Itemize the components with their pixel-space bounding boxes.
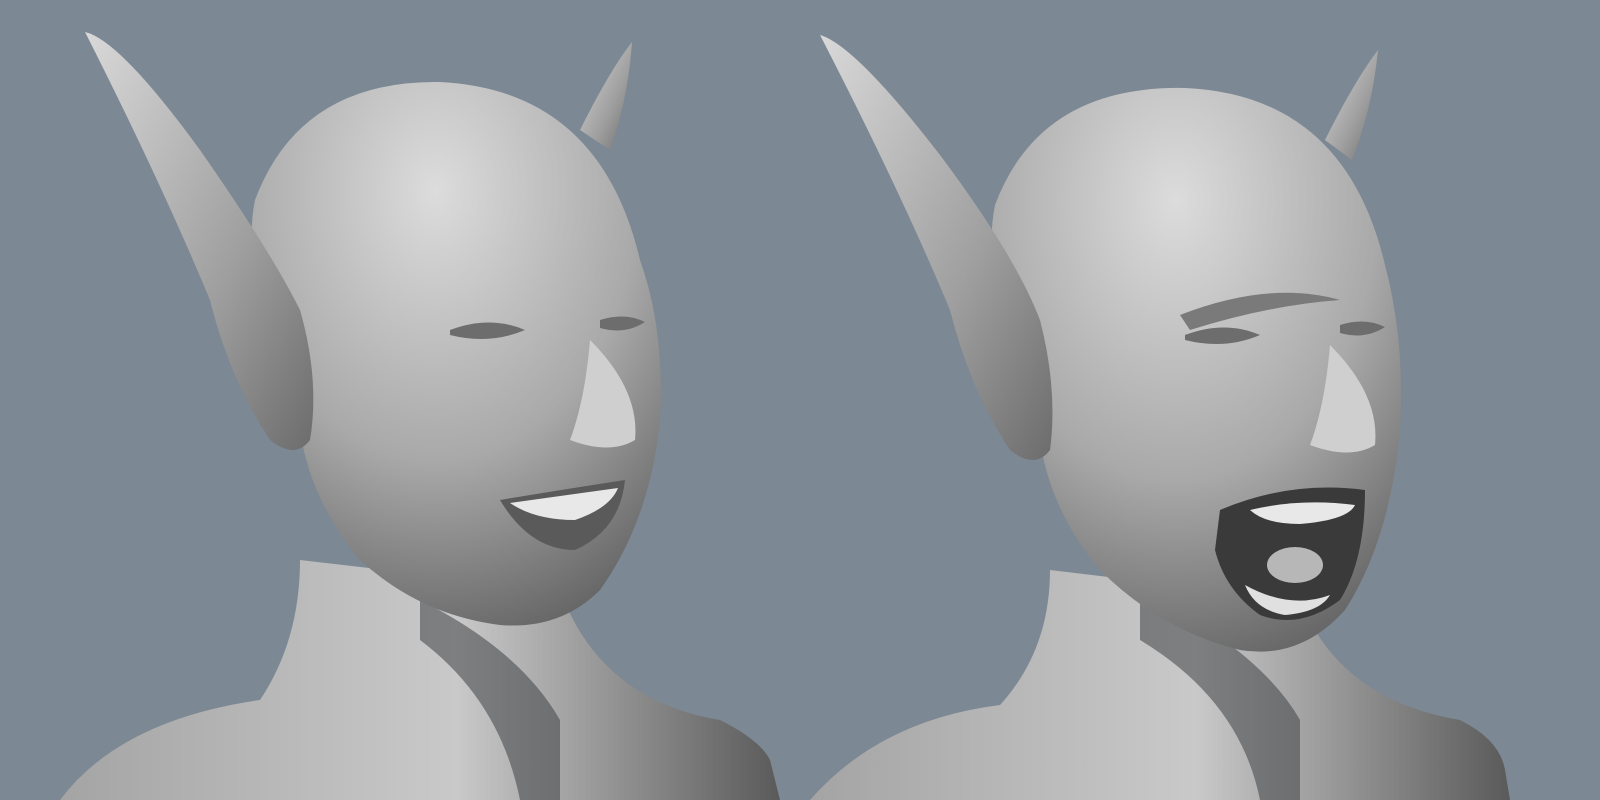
back-ear-shape [1325, 50, 1378, 160]
render-smile [0, 0, 800, 800]
back-ear-shape [580, 42, 632, 150]
elf-bust-smile-illustration [60, 32, 780, 800]
elf-bust-scream-illustration [810, 35, 1510, 800]
render-canvas [0, 0, 1600, 800]
tongue-shape [1267, 547, 1323, 583]
render-scream [800, 0, 1600, 800]
